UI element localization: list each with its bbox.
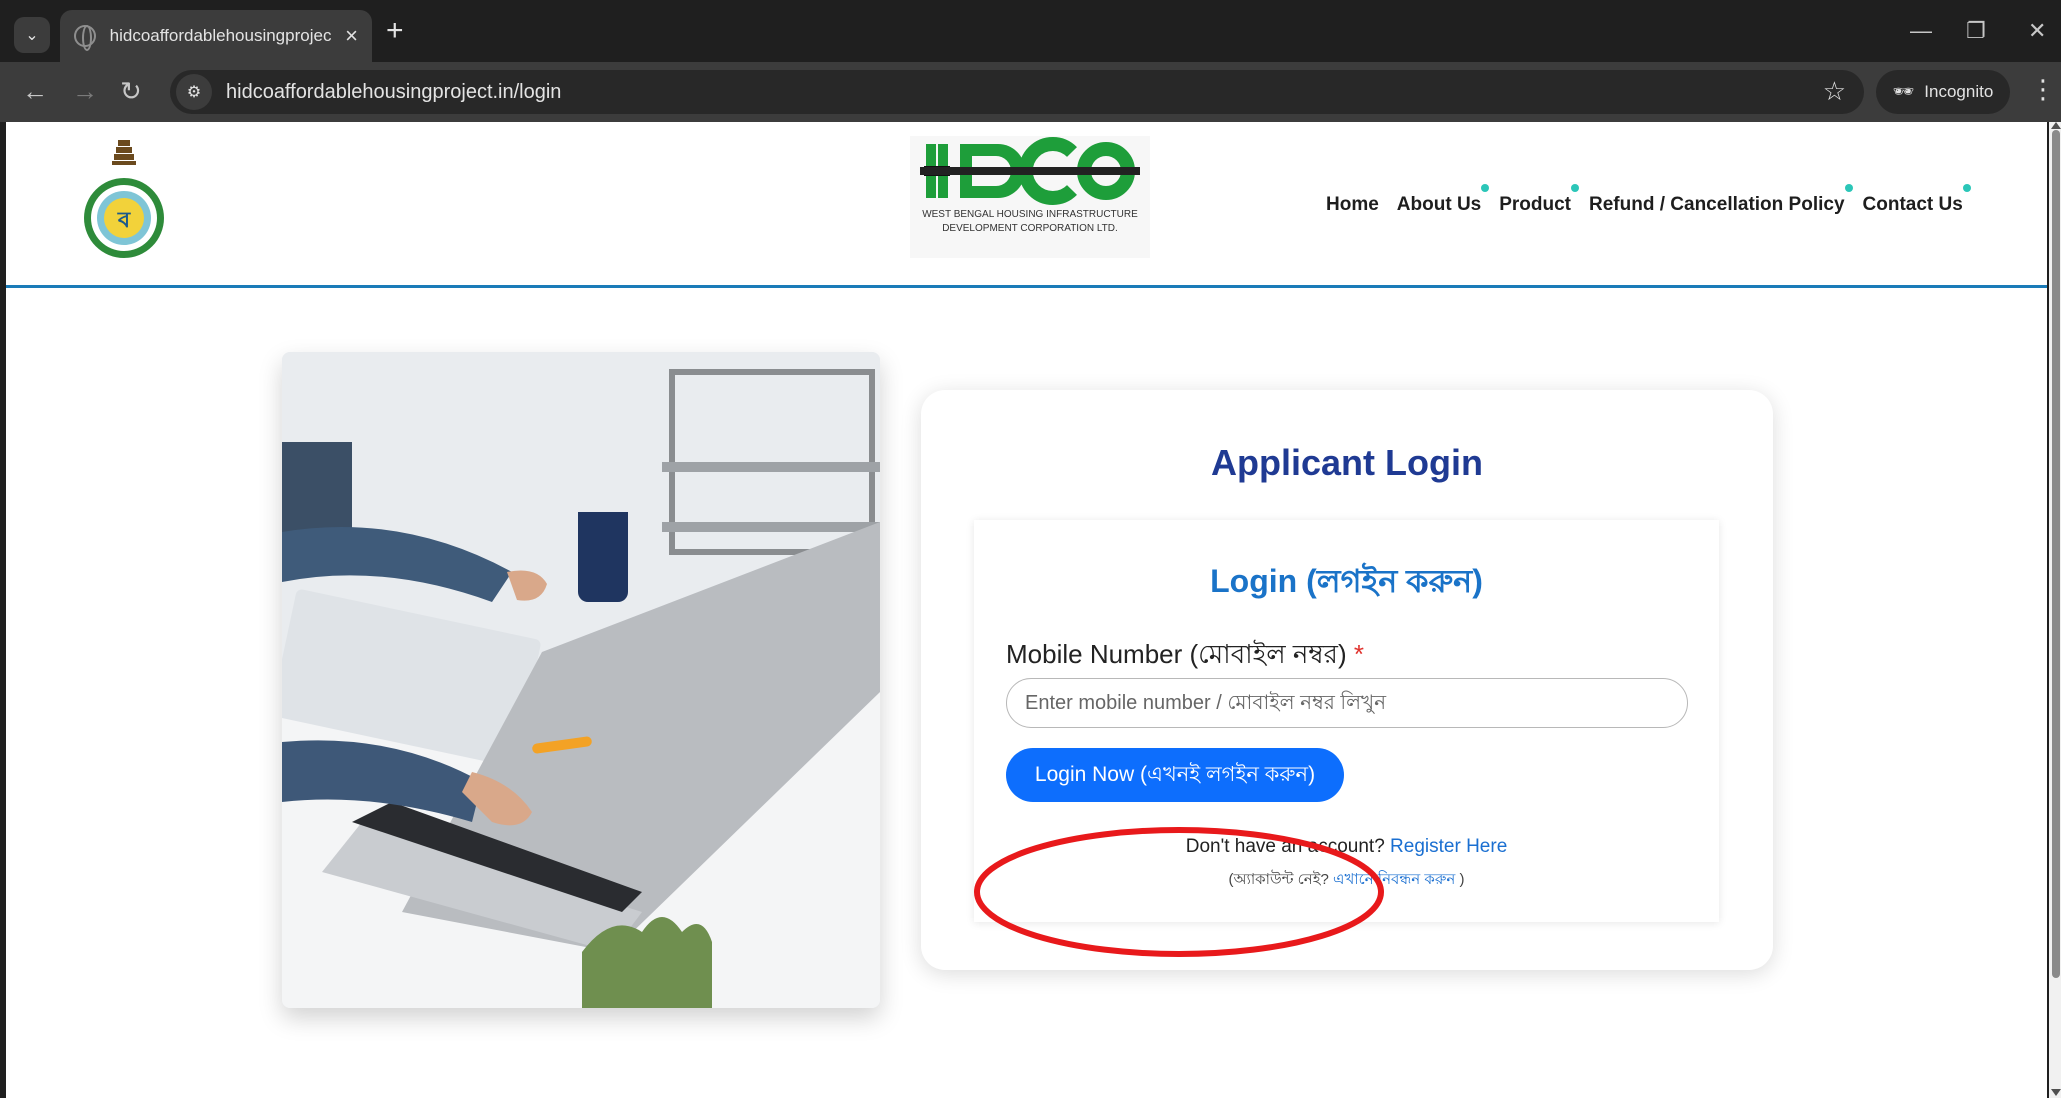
scroll-up-arrow-icon[interactable]: [2051, 122, 2061, 129]
address-bar[interactable]: ⚙ hidcoaffordablehousingproject.in/login…: [170, 70, 1864, 114]
hidco-logo[interactable]: WEST BENGAL HOUSING INFRASTRUCTURE DEVEL…: [910, 136, 1150, 258]
reload-icon[interactable]: ↻: [120, 76, 142, 107]
back-icon[interactable]: ←: [22, 76, 48, 107]
register-prompt: Don't have an account? Register Here: [974, 836, 1719, 858]
site-info-icon[interactable]: ⚙: [176, 74, 212, 110]
url-text: hidcoaffordablehousingproject.in/login: [226, 80, 562, 103]
nav-contact-us-label: Contact Us: [1862, 194, 1963, 215]
state-emblem-icon: ব: [84, 140, 164, 258]
form-title: Login (লগইন করুন): [1210, 563, 1483, 599]
tab-title: hidcoaffordablehousingproject.: [109, 26, 332, 45]
close-window-icon[interactable]: ✕: [2028, 18, 2046, 44]
nav-home[interactable]: Home: [1326, 194, 1379, 216]
menu-icon[interactable]: ⋮: [2030, 74, 2056, 105]
site-header: ব WEST BENGAL HOUSING INFRASTRUCTURE DEV…: [6, 122, 2047, 288]
new-tab-button[interactable]: +: [386, 14, 404, 48]
login-form: Login (লগইন করুন) Mobile Number (মোবাইল …: [974, 520, 1719, 922]
nav-product-label: Product: [1499, 194, 1572, 215]
hidco-logo-text: WEST BENGAL HOUSING INFRASTRUCTURE DEVEL…: [922, 209, 1138, 234]
close-tab-icon[interactable]: ×: [345, 23, 358, 49]
login-now-button[interactable]: Login Now (এখনই লগইন করুন): [1006, 748, 1344, 802]
incognito-label: Incognito: [1924, 82, 1994, 101]
hero-image: [282, 352, 880, 1008]
chevron-down-icon: ⌄: [25, 27, 39, 44]
nav-about-us[interactable]: About Us: [1396, 184, 1490, 216]
nav-dot: [1481, 184, 1490, 192]
main-nav: Home About Us Product Refund / Cancellat…: [1326, 184, 1971, 216]
tab-list-button[interactable]: ⌄: [14, 17, 50, 53]
nav-refund-policy[interactable]: Refund / Cancellation Policy: [1589, 184, 1853, 216]
no-account-text: Don't have an account?: [1185, 836, 1385, 857]
restore-icon[interactable]: ❐: [1966, 18, 1986, 44]
nav-product[interactable]: Product: [1499, 184, 1580, 216]
browser-toolbar: ← → ↻ ⚙ hidcoaffordablehousingproject.in…: [0, 62, 2061, 122]
browser-tab-bar: ⌄ hidcoaffordablehousingproject. × + — ❐…: [0, 0, 2061, 62]
svg-text:ব: ব: [117, 208, 131, 233]
nav-contact-us[interactable]: Contact Us: [1862, 184, 1971, 216]
scroll-down-arrow-icon[interactable]: [2051, 1089, 2061, 1096]
incognito-icon: 🕶: [1892, 82, 1915, 101]
register-prompt-bengali: (অ্যাকাউন্ট নেই? এখানে নিবন্ধন করুন ): [974, 868, 1719, 893]
minimize-icon[interactable]: —: [1910, 18, 1932, 44]
nav-about-us-label: About Us: [1396, 194, 1482, 215]
nav-dot: [1844, 184, 1853, 192]
required-mark: *: [1353, 639, 1364, 669]
browser-tab[interactable]: hidcoaffordablehousingproject. ×: [60, 10, 372, 62]
card-title: Applicant Login: [1211, 442, 1483, 483]
register-here-link[interactable]: Register Here: [1390, 836, 1507, 857]
nav-dot: [1962, 184, 1971, 192]
laptop-photo-illustration: [282, 352, 880, 1008]
nav-refund-policy-label: Refund / Cancellation Policy: [1589, 194, 1845, 215]
bn-no-account-text: (অ্যাকাউন্ট নেই?: [1228, 871, 1329, 888]
mobile-number-input[interactable]: [1006, 678, 1688, 728]
bn-close-paren: ): [1459, 871, 1465, 888]
scroll-thumb[interactable]: [2052, 130, 2060, 978]
nav-dot: [1571, 184, 1580, 192]
mobile-number-label: Mobile Number (মোবাইল নম্বর) *: [1006, 634, 1364, 678]
page-scrollbar[interactable]: [2049, 122, 2061, 1098]
mobile-label-text: Mobile Number (মোবাইল নম্বর): [1006, 639, 1347, 669]
login-card: Applicant Login Login (লগইন করুন) Mobile…: [921, 390, 1773, 970]
page-viewport: ব WEST BENGAL HOUSING INFRASTRUCTURE DEV…: [6, 122, 2047, 1098]
globe-icon: [74, 25, 96, 51]
forward-icon[interactable]: →: [72, 76, 98, 107]
hidco-logo-mark: [920, 137, 1140, 205]
bn-register-link[interactable]: এখানে নিবন্ধন করুন: [1333, 871, 1455, 888]
bookmark-star-icon[interactable]: ☆: [1823, 76, 1846, 107]
incognito-indicator[interactable]: 🕶 Incognito: [1876, 70, 2010, 114]
